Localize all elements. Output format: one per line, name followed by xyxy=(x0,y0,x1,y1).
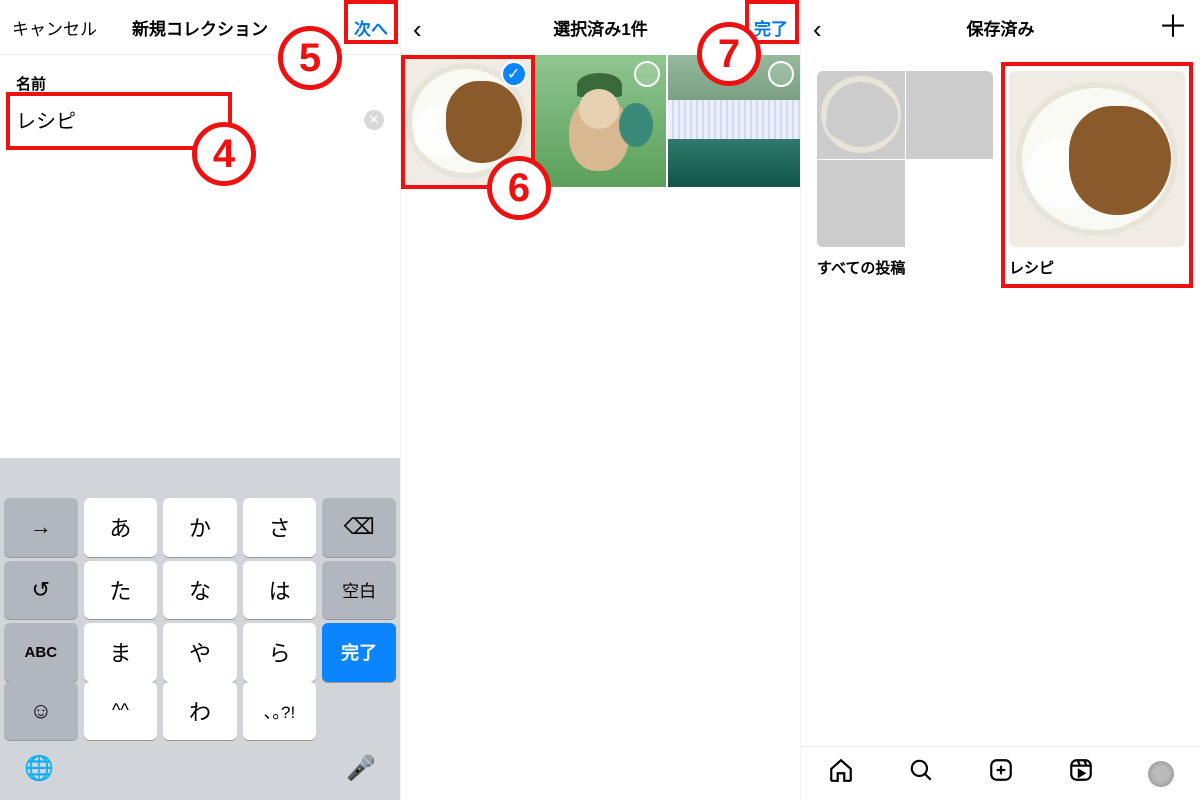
check-icon: ✓ xyxy=(501,61,527,87)
pane-select-items: ‹ 選択済み1件 完了 ✓ 6 7 xyxy=(400,0,800,800)
add-button[interactable]: ＋ xyxy=(1158,13,1188,43)
key-ya[interactable]: や xyxy=(163,623,237,682)
header-saved: ‹ 保存済み ＋ xyxy=(801,0,1200,55)
page-title: 選択済み1件 xyxy=(503,15,698,40)
back-icon[interactable]: ‹ xyxy=(813,14,822,42)
key-ra[interactable]: ら xyxy=(243,623,317,682)
thumb-waterfall[interactable] xyxy=(668,55,800,187)
key-caret[interactable]: ^^ xyxy=(84,682,158,741)
cancel-button[interactable]: キャンセル xyxy=(12,15,97,40)
key-emoji[interactable]: ☺ xyxy=(4,682,78,741)
soft-keyboard[interactable]: → あ か さ ⌫ ↺ た な は 空白 ABC ま や ら 完了 ☺ ^^ わ… xyxy=(0,458,400,800)
key-done[interactable]: 完了 xyxy=(322,623,396,682)
unchecked-icon xyxy=(634,61,660,87)
collection-all-posts[interactable]: すべての投稿 xyxy=(817,71,993,278)
done-button[interactable]: 完了 xyxy=(754,15,788,40)
pane-saved: ‹ 保存済み ＋ すべての投稿 レシピ xyxy=(800,0,1200,800)
pane-new-collection: キャンセル 新規コレクション 次へ 名前 ✕ 4 5 → あ か さ ⌫ ↺ た… xyxy=(0,0,400,800)
mic-icon[interactable]: 🎤 xyxy=(346,754,376,783)
reels-icon[interactable] xyxy=(1068,757,1094,790)
globe-icon[interactable]: 🌐 xyxy=(24,754,54,783)
name-input-row: ✕ xyxy=(0,102,400,149)
collection-recipe[interactable]: レシピ xyxy=(1009,71,1185,278)
key-space[interactable]: 空白 xyxy=(322,561,396,620)
key-ha[interactable]: は xyxy=(243,561,317,620)
key-sa[interactable]: さ xyxy=(243,498,317,557)
profile-avatar[interactable] xyxy=(1148,761,1174,787)
page-title: 新規コレクション xyxy=(102,15,298,40)
key-ka[interactable]: か xyxy=(163,498,237,557)
key-tab[interactable]: → xyxy=(4,498,78,557)
collection-label: レシピ xyxy=(1009,247,1185,278)
create-icon[interactable] xyxy=(988,757,1014,790)
next-button[interactable]: 次へ xyxy=(354,15,388,40)
header-new-collection: キャンセル 新規コレクション 次へ xyxy=(0,0,400,55)
header-select: ‹ 選択済み1件 完了 xyxy=(401,0,800,55)
key-ma[interactable]: ま xyxy=(84,623,158,682)
page-title: 保存済み xyxy=(903,15,1098,40)
key-na[interactable]: な xyxy=(163,561,237,620)
back-icon[interactable]: ‹ xyxy=(413,14,422,42)
collections-row: すべての投稿 レシピ xyxy=(801,55,1200,294)
selection-grid: ✓ xyxy=(401,55,800,187)
search-icon[interactable] xyxy=(908,757,934,790)
unchecked-icon xyxy=(768,61,794,87)
thumb-curry[interactable]: ✓ xyxy=(401,55,533,187)
key-ta[interactable]: た xyxy=(84,561,158,620)
collection-label: すべての投稿 xyxy=(817,247,993,278)
key-abc[interactable]: ABC xyxy=(4,623,78,682)
key-undo[interactable]: ↺ xyxy=(4,561,78,620)
key-wa[interactable]: わ xyxy=(163,682,237,741)
key-a[interactable]: あ xyxy=(84,498,158,557)
bottom-nav xyxy=(801,746,1200,800)
key-punct[interactable]: ､｡?! xyxy=(243,682,317,741)
collection-name-input[interactable] xyxy=(16,102,364,137)
name-label: 名前 xyxy=(0,55,400,102)
thumb-puppy[interactable] xyxy=(535,55,667,187)
clear-icon[interactable]: ✕ xyxy=(364,110,384,130)
key-backspace[interactable]: ⌫ xyxy=(322,498,396,557)
home-icon[interactable] xyxy=(828,757,854,790)
